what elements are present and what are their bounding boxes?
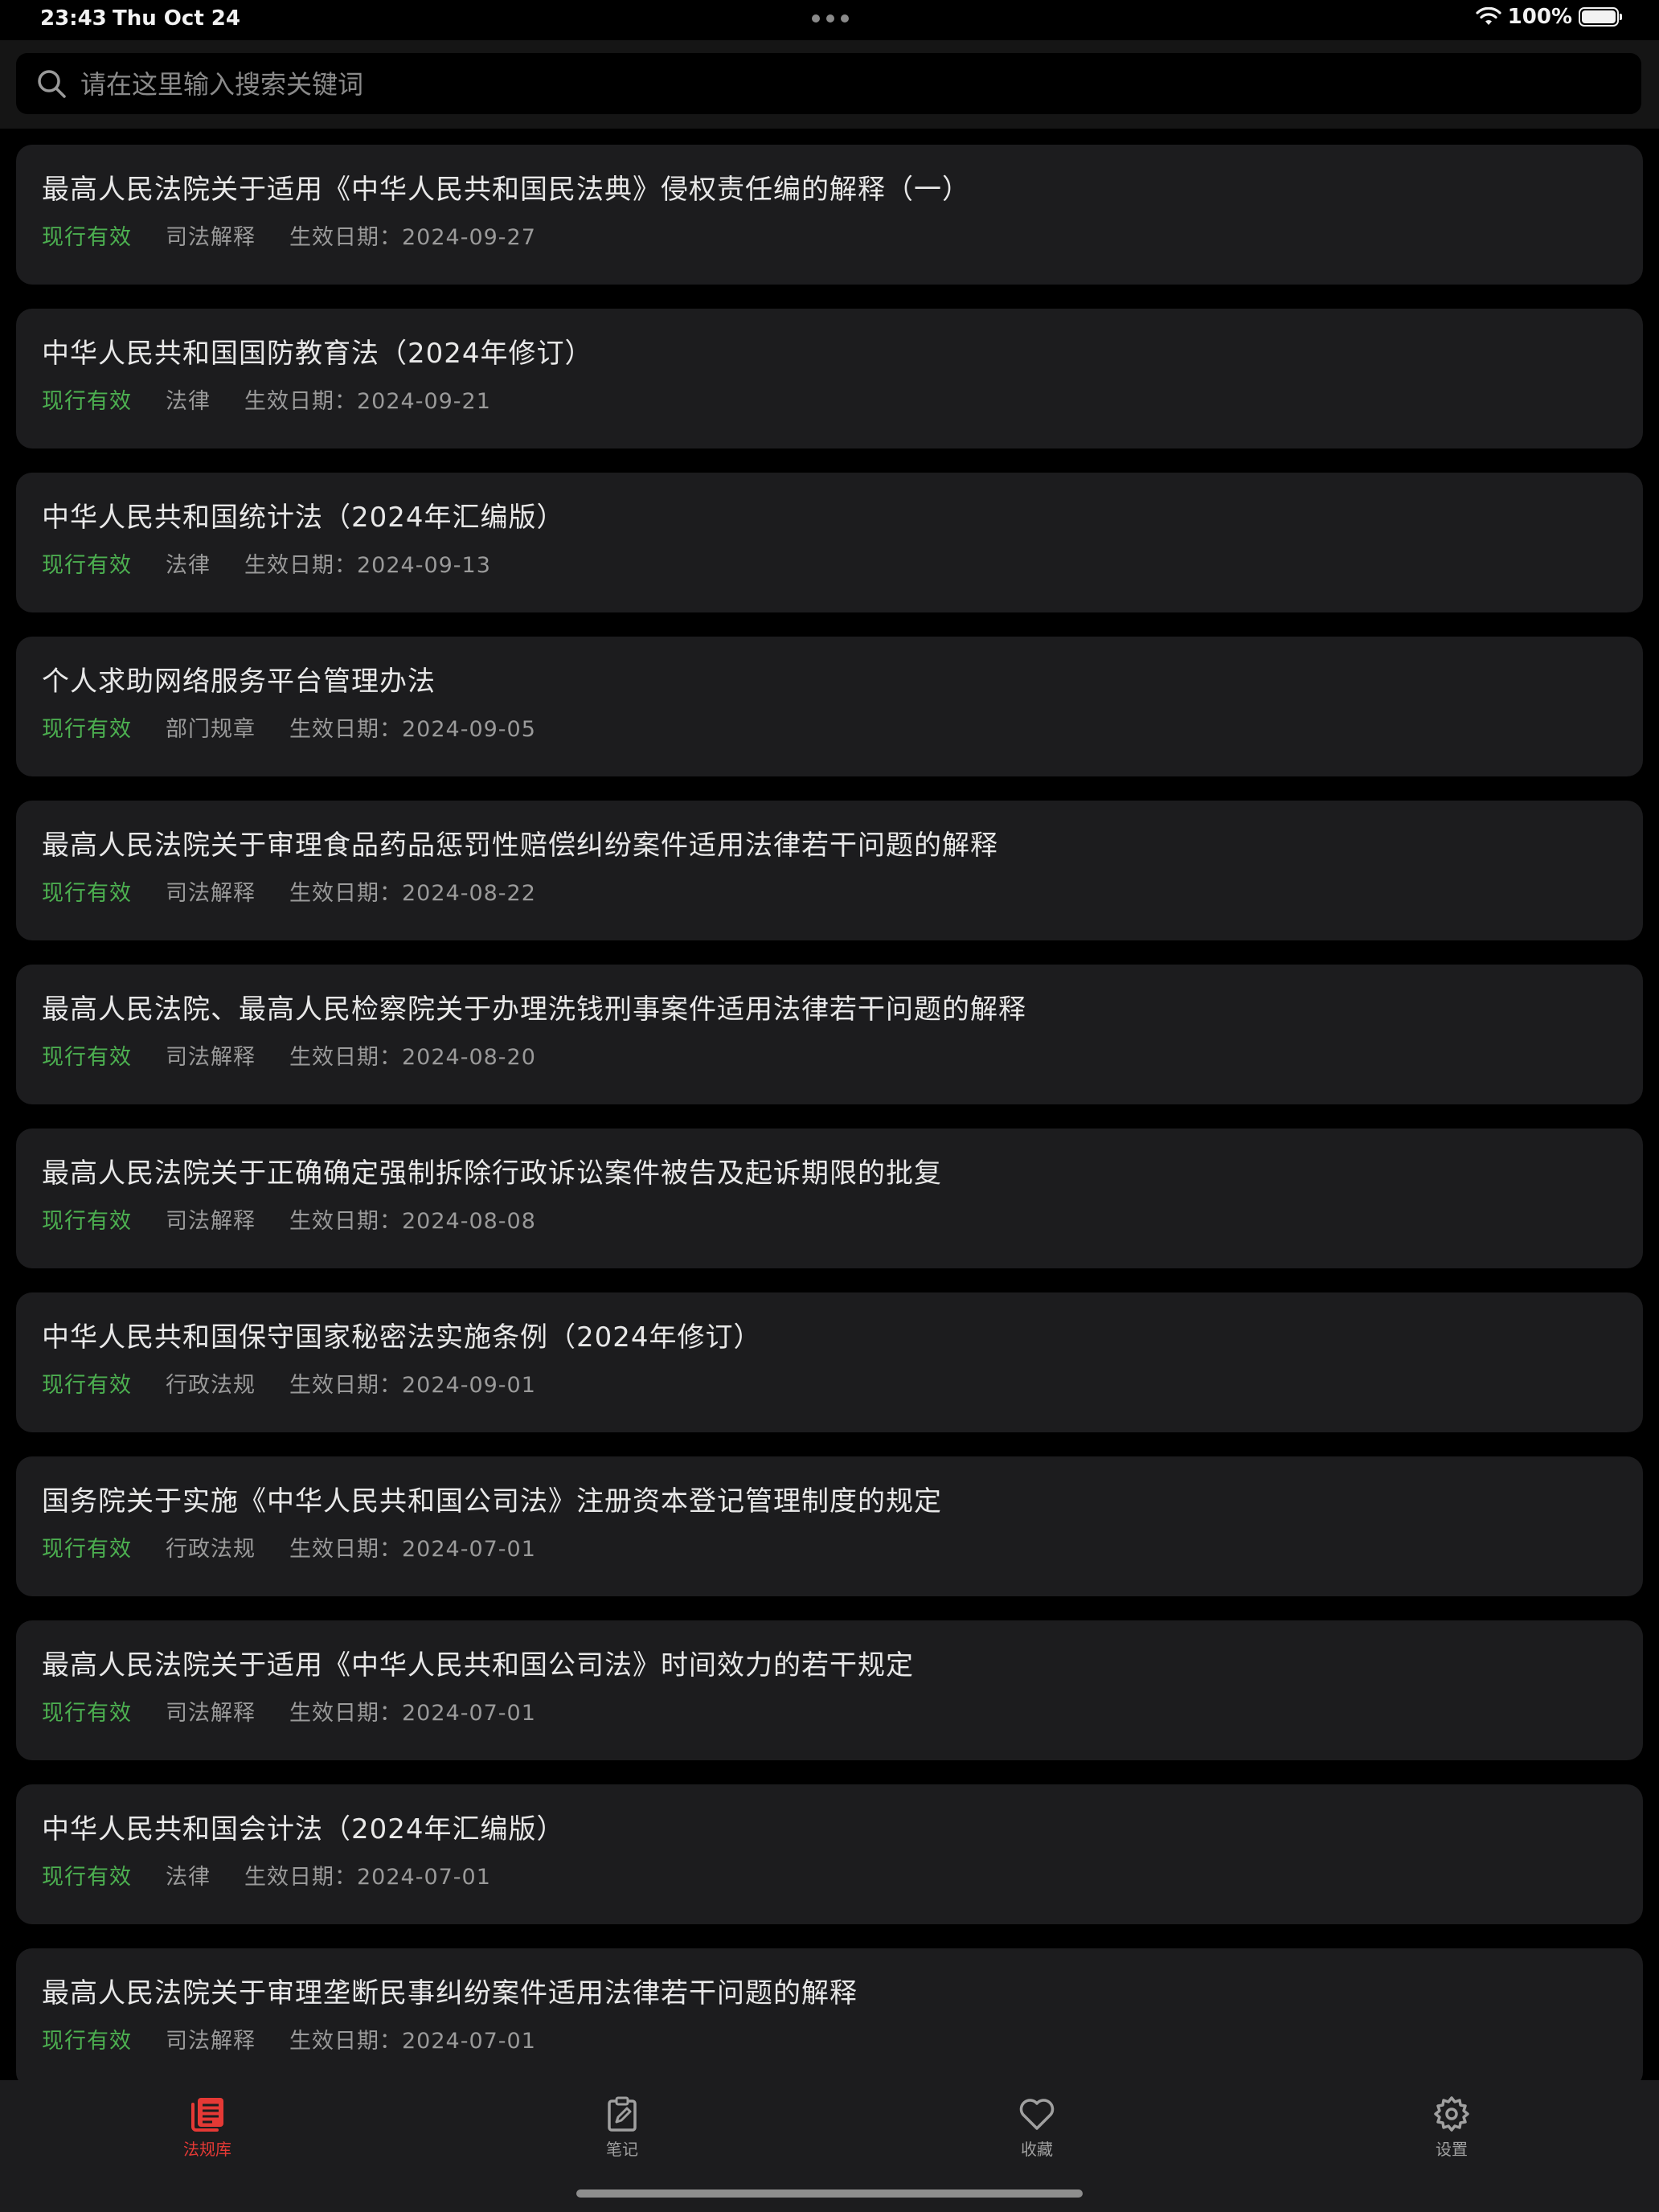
law-title: 最高人民法院关于审理食品药品惩罚性赔偿纠纷案件适用法律若干问题的解释 [42, 830, 998, 862]
law-type: 行政法规 [166, 1537, 256, 1562]
law-effective-date: 生效日期：2024-07-01 [289, 1537, 536, 1562]
law-title: 最高人民法院关于适用《中华人民共和国民法典》侵权责任编的解释（一） [42, 174, 970, 206]
law-effective-date: 生效日期：2024-09-13 [244, 553, 491, 578]
law-title: 中华人民共和国国防教育法（2024年修订） [42, 338, 593, 370]
search-bar [0, 40, 1659, 129]
law-meta: 现行有效 行政法规 生效日期：2024-09-01 [42, 1371, 1617, 1400]
law-type: 司法解释 [166, 881, 256, 906]
law-meta: 现行有效 行政法规 生效日期：2024-07-01 [42, 1535, 1617, 1564]
law-list-item[interactable]: 个人求助网络服务平台管理办法现行有效 部门规章 生效日期：2024-09-05 [16, 637, 1643, 776]
app-screen: 23:43 Thu Oct 24 100% 最高人民法院关于适 [0, 0, 1659, 2212]
law-meta: 现行有效 司法解释 生效日期：2024-07-01 [42, 1699, 1617, 1728]
tab-label-notes: 笔记 [606, 2140, 638, 2159]
law-title: 最高人民法院、最高人民检察院关于办理洗钱刑事案件适用法律若干问题的解释 [42, 993, 1026, 1026]
law-status-badge: 现行有效 [42, 1865, 132, 1890]
law-effective-date: 生效日期：2024-07-01 [244, 1865, 491, 1890]
law-meta: 现行有效 司法解释 生效日期：2024-08-08 [42, 1207, 1617, 1236]
law-type: 司法解释 [166, 1209, 256, 1234]
law-status-badge: 现行有效 [42, 225, 132, 250]
home-indicator[interactable] [576, 2189, 1083, 2198]
tab-label-law-library: 法规库 [183, 2140, 231, 2159]
law-list-item[interactable]: 最高人民法院关于适用《中华人民共和国民法典》侵权责任编的解释（一） 现行有效 司法解… [16, 145, 1643, 285]
law-meta: 现行有效 司法解释 生效日期：2024-07-01 [42, 2027, 1617, 2056]
status-indicators: 100% [1476, 5, 1622, 29]
law-list-item[interactable]: 最高人民法院关于正确确定强制拆除行政诉讼案件被告及起诉期限的批复现行有效 司法解释… [16, 1129, 1643, 1268]
law-list-item[interactable]: 最高人民法院关于审理垄断民事纠纷案件适用法律若干问题的解释现行有效 司法解释 生效日… [16, 1948, 1643, 2088]
law-effective-date: 生效日期：2024-08-08 [289, 1209, 536, 1234]
law-title: 最高人民法院关于适用《中华人民共和国公司法》时间效力的若干规定 [42, 1649, 914, 1682]
battery-icon [1579, 7, 1622, 27]
law-list-item[interactable]: 中华人民共和国会计法（2024年汇编版） 现行有效 法律 生效日期：2024-07-0… [16, 1784, 1643, 1924]
law-effective-date: 生效日期：2024-07-01 [289, 1701, 536, 1726]
law-type: 司法解释 [166, 2029, 256, 2054]
law-type: 部门规章 [166, 717, 256, 742]
search-box[interactable] [16, 53, 1641, 116]
battery-percent: 100% [1507, 5, 1572, 29]
law-status-badge: 现行有效 [42, 717, 132, 742]
law-effective-date: 生效日期：2024-09-27 [289, 225, 536, 250]
law-list: 最高人民法院关于适用《中华人民共和国民法典》侵权责任编的解释（一） 现行有效 司法解… [16, 145, 1643, 2112]
law-list-item[interactable]: 最高人民法院关于适用《中华人民共和国公司法》时间效力的若干规定现行有效 司法解释 生… [16, 1620, 1643, 1760]
tab-label-settings: 设置 [1436, 2140, 1468, 2159]
law-effective-date: 生效日期：2024-09-01 [289, 1373, 536, 1398]
law-effective-date: 生效日期：2024-08-22 [289, 881, 536, 906]
law-title: 个人求助网络服务平台管理办法 [42, 666, 436, 698]
law-type: 法律 [166, 389, 211, 414]
law-effective-date: 生效日期：2024-07-01 [289, 2029, 536, 2054]
tab-favorites[interactable]: 收藏 [956, 2095, 1117, 2160]
law-list-item[interactable]: 最高人民法院、最高人民检察院关于办理洗钱刑事案件适用法律若干问题的解释现行有效 司… [16, 965, 1643, 1104]
tab-law-library[interactable]: 法规库 [127, 2095, 288, 2160]
multitasking-dots-icon[interactable] [812, 14, 849, 23]
tab-notes[interactable]: 笔记 [542, 2095, 703, 2160]
law-effective-date: 生效日期：2024-09-05 [289, 717, 536, 742]
heart-icon [1019, 2099, 1055, 2130]
status-date: Thu Oct 24 [113, 6, 240, 31]
law-effective-date: 生效日期：2024-09-21 [244, 389, 491, 414]
law-title: 中华人民共和国会计法（2024年汇编版） [42, 1813, 565, 1845]
notes-icon [608, 2096, 637, 2132]
law-status-badge: 现行有效 [42, 553, 132, 578]
tab-settings[interactable]: 设置 [1371, 2095, 1532, 2160]
law-status-badge: 现行有效 [42, 1045, 132, 1070]
law-meta: 现行有效 司法解释 生效日期：2024-09-27 [42, 223, 1617, 252]
law-meta: 现行有效 部门规章 生效日期：2024-09-05 [42, 715, 1617, 744]
law-list-item[interactable]: 中华人民共和国国防教育法（2024年修订） 现行有效 法律 生效日期：2024-09-… [16, 309, 1643, 449]
search-icon [38, 70, 66, 98]
law-status-badge: 现行有效 [42, 881, 132, 906]
law-meta: 现行有效 法律 生效日期：2024-09-21 [42, 387, 1617, 416]
gear-icon [1434, 2096, 1469, 2132]
law-list-item[interactable]: 中华人民共和国统计法（2024年汇编版） 现行有效 法律 生效日期：2024-09-1… [16, 473, 1643, 612]
law-type: 司法解释 [166, 225, 256, 250]
law-title: 中华人民共和国统计法（2024年汇编版） [42, 502, 565, 534]
law-type: 行政法规 [166, 1373, 256, 1398]
wifi-icon [1476, 7, 1501, 25]
law-status-badge: 现行有效 [42, 389, 132, 414]
law-list-item[interactable]: 国务院关于实施《中华人民共和国公司法》注册资本登记管理制度的规定现行有效 行政法规… [16, 1456, 1643, 1596]
law-status-badge: 现行有效 [42, 1373, 132, 1398]
law-title: 最高人民法院关于审理垄断民事纠纷案件适用法律若干问题的解释 [42, 1977, 858, 2009]
law-status-badge: 现行有效 [42, 2029, 132, 2054]
law-status-badge: 现行有效 [42, 1537, 132, 1562]
law-library-icon [191, 2098, 223, 2132]
law-title: 国务院关于实施《中华人民共和国公司法》注册资本登记管理制度的规定 [42, 1485, 942, 1518]
law-meta: 现行有效 司法解释 生效日期：2024-08-20 [42, 1043, 1617, 1072]
law-list-item[interactable]: 最高人民法院关于审理食品药品惩罚性赔偿纠纷案件适用法律若干问题的解释现行有效 司法… [16, 801, 1643, 940]
status-bar: 23:43 Thu Oct 24 100% [0, 0, 1659, 40]
law-status-badge: 现行有效 [42, 1701, 132, 1726]
law-meta: 现行有效 法律 生效日期：2024-09-13 [42, 551, 1617, 580]
law-list-item[interactable]: 中华人民共和国保守国家秘密法实施条例（2024年修订） 现行有效 行政法规 生效日期：… [16, 1292, 1643, 1432]
law-effective-date: 生效日期：2024-08-20 [289, 1045, 536, 1070]
law-status-badge: 现行有效 [42, 1209, 132, 1234]
status-time: 23:43 [40, 6, 107, 31]
law-meta: 现行有效 法律 生效日期：2024-07-01 [42, 1863, 1617, 1892]
law-type: 法律 [166, 1865, 211, 1890]
law-title: 中华人民共和国保守国家秘密法实施条例（2024年修订） [42, 1321, 762, 1354]
law-meta: 现行有效 司法解释 生效日期：2024-08-22 [42, 879, 1617, 908]
law-type: 法律 [166, 553, 211, 578]
law-type: 司法解释 [166, 1701, 256, 1726]
law-title: 最高人民法院关于正确确定强制拆除行政诉讼案件被告及起诉期限的批复 [42, 1157, 942, 1190]
law-type: 司法解释 [166, 1045, 256, 1070]
tab-label-favorites: 收藏 [1021, 2140, 1053, 2159]
search-input[interactable] [79, 53, 1609, 116]
